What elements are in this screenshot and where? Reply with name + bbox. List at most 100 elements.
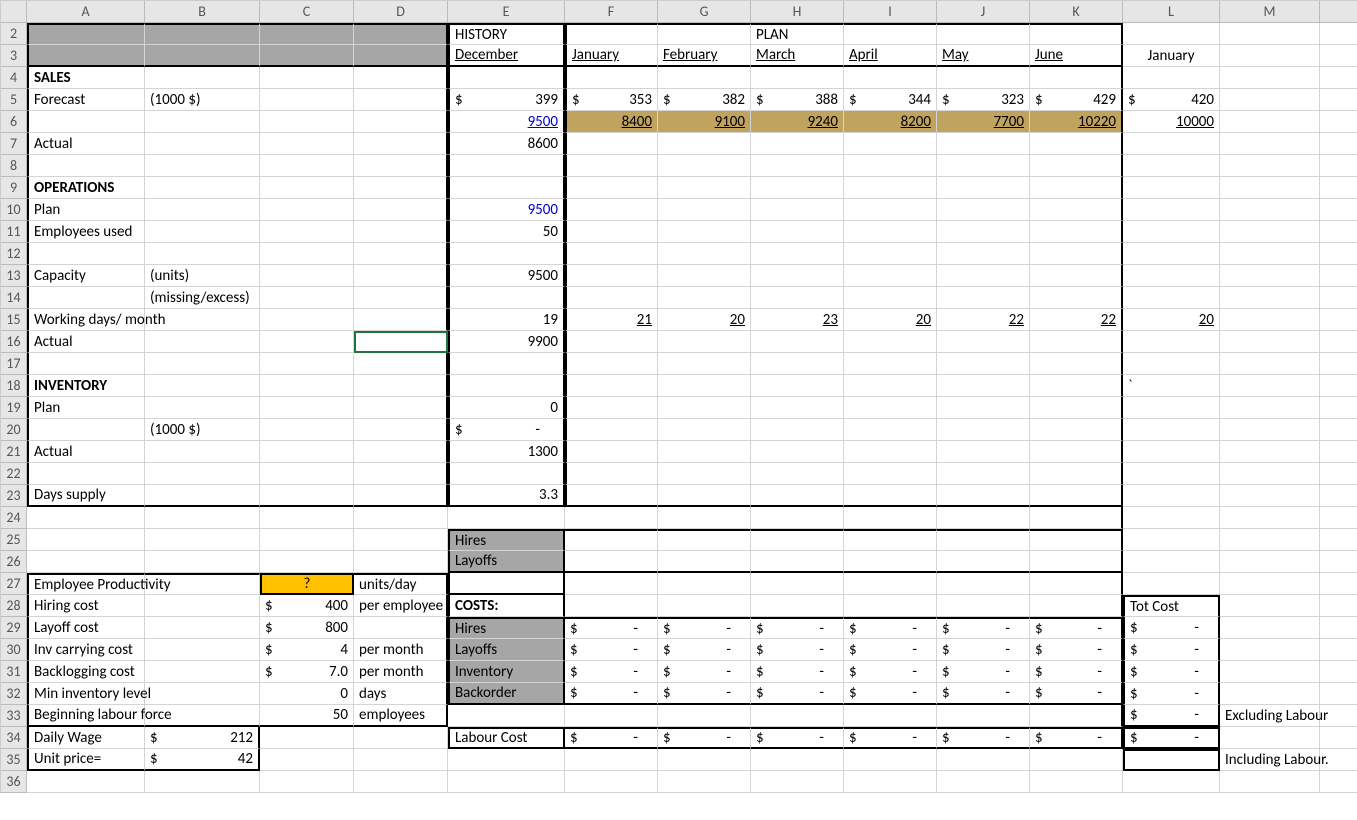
cell-i35[interactable] — [844, 749, 937, 771]
cell-k6[interactable]: 10220 — [1030, 111, 1123, 133]
cell-n20[interactable] — [1320, 419, 1357, 441]
cell-e22[interactable] — [448, 463, 565, 485]
cell-c21[interactable] — [260, 441, 354, 463]
col-f[interactable]: F — [565, 1, 658, 23]
cell-a13[interactable]: Capacity — [27, 265, 145, 287]
cell-i13[interactable] — [844, 265, 937, 287]
cell-c16[interactable] — [260, 331, 354, 353]
cell-j6[interactable]: 7700 — [937, 111, 1030, 133]
cell-k11[interactable] — [1030, 221, 1123, 243]
cell-l7[interactable] — [1123, 133, 1220, 155]
cell-a17[interactable] — [27, 353, 145, 375]
cell-h26[interactable] — [751, 551, 844, 573]
cell-m34[interactable] — [1220, 727, 1320, 749]
cell-h14[interactable] — [751, 287, 844, 309]
row-12[interactable]: 12 — [1, 243, 27, 265]
cell-a21[interactable]: Actual — [27, 441, 145, 463]
cell-c29[interactable]: $800 — [260, 617, 354, 639]
cell-m2[interactable] — [1220, 23, 1320, 45]
cell-e27[interactable] — [448, 573, 565, 595]
cell-h9[interactable] — [751, 177, 844, 199]
cell-m19[interactable] — [1220, 397, 1320, 419]
col-b[interactable]: B — [145, 1, 260, 23]
row-31[interactable]: 31 — [1, 661, 27, 683]
cell-n12[interactable] — [1320, 243, 1357, 265]
cell-m17[interactable] — [1220, 353, 1320, 375]
cell-k26[interactable] — [1030, 551, 1123, 573]
cell-b29[interactable] — [145, 617, 260, 639]
cell-g33[interactable] — [658, 705, 751, 727]
cell-c3[interactable] — [260, 45, 354, 67]
cell-m5[interactable] — [1220, 89, 1320, 111]
cell-e15[interactable]: 19 — [448, 309, 565, 331]
cell-f25[interactable] — [565, 529, 658, 551]
cell-n6[interactable] — [1320, 111, 1357, 133]
cell-j24[interactable] — [937, 507, 1030, 529]
cell-n19[interactable] — [1320, 397, 1357, 419]
cell-a35[interactable]: Unit price= — [27, 749, 145, 771]
cell-l14[interactable] — [1123, 287, 1220, 309]
cell-c18[interactable] — [260, 375, 354, 397]
cell-m13[interactable] — [1220, 265, 1320, 287]
cell-g19[interactable] — [658, 397, 751, 419]
cell-l36[interactable] — [1123, 771, 1220, 793]
cell-b18[interactable] — [145, 375, 260, 397]
cell-k32[interactable]: $- — [1030, 683, 1123, 705]
cell-d34[interactable] — [354, 727, 448, 749]
cell-m12[interactable] — [1220, 243, 1320, 265]
cell-l30[interactable]: $- — [1123, 639, 1220, 661]
cell-i10[interactable] — [844, 199, 937, 221]
cell-f8[interactable] — [565, 155, 658, 177]
cell-f31[interactable]: $- — [565, 661, 658, 683]
cell-j30[interactable]: $- — [937, 639, 1030, 661]
row-27[interactable]: 27 — [1, 573, 27, 595]
cell-e20[interactable]: $- — [448, 419, 565, 441]
cell-g31[interactable]: $- — [658, 661, 751, 683]
cell-c15[interactable] — [260, 309, 354, 331]
cell-f15[interactable]: 21 — [565, 309, 658, 331]
cell-e6[interactable]: 9500 — [448, 111, 565, 133]
cell-n34[interactable] — [1320, 727, 1357, 749]
cell-c8[interactable] — [260, 155, 354, 177]
col-j[interactable]: J — [937, 1, 1030, 23]
cell-d18[interactable] — [354, 375, 448, 397]
cell-l24[interactable] — [1123, 507, 1220, 529]
cell-h8[interactable] — [751, 155, 844, 177]
cell-j9[interactable] — [937, 177, 1030, 199]
cell-m4[interactable] — [1220, 67, 1320, 89]
cell-k21[interactable] — [1030, 441, 1123, 463]
cell-e18[interactable] — [448, 375, 565, 397]
cell-i15[interactable]: 20 — [844, 309, 937, 331]
cell-d28[interactable]: per employee — [354, 595, 448, 617]
cell-m15[interactable] — [1220, 309, 1320, 331]
row-34[interactable]: 34 — [1, 727, 27, 749]
cell-g7[interactable] — [658, 133, 751, 155]
cell-d35[interactable] — [354, 749, 448, 771]
cell-f3[interactable]: January — [565, 45, 658, 67]
row-4[interactable]: 4 — [1, 67, 27, 89]
cell-g8[interactable] — [658, 155, 751, 177]
cell-f14[interactable] — [565, 287, 658, 309]
cell-e29[interactable]: Hires — [448, 617, 565, 639]
cell-e17[interactable] — [448, 353, 565, 375]
cell-n25[interactable] — [1320, 529, 1357, 551]
cell-g12[interactable] — [658, 243, 751, 265]
cell-k22[interactable] — [1030, 463, 1123, 485]
row-36[interactable]: 36 — [1, 771, 27, 793]
cell-d8[interactable] — [354, 155, 448, 177]
cell-i2[interactable] — [844, 23, 937, 45]
row-2[interactable]: 2 — [1, 23, 27, 45]
row-30[interactable]: 30 — [1, 639, 27, 661]
cell-g13[interactable] — [658, 265, 751, 287]
cell-d4[interactable] — [354, 67, 448, 89]
cell-h36[interactable] — [751, 771, 844, 793]
cell-l25[interactable] — [1123, 529, 1220, 551]
cell-f2[interactable] — [565, 23, 658, 45]
cell-a3[interactable] — [27, 45, 145, 67]
row-20[interactable]: 20 — [1, 419, 27, 441]
cell-h6[interactable]: 9240 — [751, 111, 844, 133]
cell-h12[interactable] — [751, 243, 844, 265]
cell-j7[interactable] — [937, 133, 1030, 155]
cell-n22[interactable] — [1320, 463, 1357, 485]
cell-b5[interactable]: (1000 $) — [145, 89, 260, 111]
